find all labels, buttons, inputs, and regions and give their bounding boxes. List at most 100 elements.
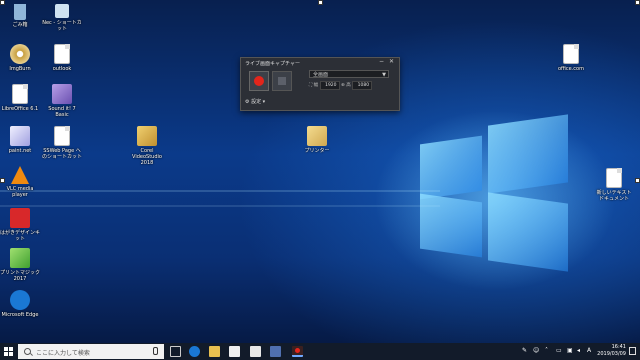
document-icon — [54, 126, 70, 146]
desktop-icon-label: Sound it! 7 Basic — [48, 106, 76, 118]
document-icon — [606, 168, 622, 188]
close-button[interactable]: ✕ — [389, 58, 394, 65]
desktop-icon-paintnet[interactable]: paint.net — [0, 126, 40, 154]
minimize-button[interactable]: − — [379, 58, 384, 65]
desktop-icon-corel[interactable]: Corel VideoStudio 2018 — [127, 126, 167, 166]
desktop-icon-nec[interactable]: Nec - ショートカット — [42, 4, 82, 32]
desktop-icon-label: プリンター — [304, 148, 330, 154]
paint-icon — [10, 126, 30, 146]
vlc-cone-icon — [11, 166, 29, 184]
selection-handle[interactable] — [318, 0, 323, 5]
desktop-icon-hagaki[interactable]: はがきデザインキット — [0, 208, 40, 242]
desktop-icon-label: LibreOffice 6.1 — [1, 106, 39, 112]
stop-icon — [278, 77, 286, 85]
desktop-icon-imgburn[interactable]: ImgBurn — [0, 44, 40, 72]
capture-mode-select[interactable]: 全画面 ▼ — [309, 70, 389, 78]
clock-date: 2019/03/09 — [597, 351, 626, 357]
windows-logo-pane — [488, 192, 568, 272]
microphone-icon[interactable] — [153, 347, 158, 355]
desktop-icon-label: paint.net — [8, 148, 32, 154]
person-icon[interactable]: ☺ — [533, 347, 539, 354]
desktop-icon-edge[interactable]: Microsoft Edge — [0, 290, 40, 318]
desktop-icon-label: ごみ箱 — [12, 22, 28, 28]
desktop-icon-vlc[interactable]: VLC media player — [0, 166, 40, 198]
desktop-icon-label: はがきデザインキット — [0, 230, 41, 242]
notification-icon[interactable] — [629, 347, 636, 355]
stop-button[interactable] — [272, 71, 292, 91]
width-input[interactable]: 1920 — [319, 81, 340, 90]
desktop-icon-libreoffice[interactable]: LibreOffice 6.1 — [0, 84, 40, 112]
windows-logo-pane — [420, 193, 482, 258]
taskbar: ここに入力して検索 ✎ ☺ ˄ ▭ ▣ ◂ A 16:41 2019/03/09 — [0, 343, 640, 360]
search-icon — [24, 348, 31, 355]
desktop-icon-ssweb[interactable]: SSWeb Page へのショートカット — [42, 126, 82, 160]
record-icon — [295, 348, 300, 353]
chevron-up-icon[interactable]: ˄ — [545, 347, 548, 354]
height-label: 高 — [346, 83, 351, 88]
windows-logo-pane — [488, 114, 568, 194]
settings-label: 設定 ▾ — [251, 99, 266, 105]
desktop-icon-soundit[interactable]: Sound it! 7 Basic — [42, 84, 82, 118]
mail-icon[interactable] — [250, 346, 261, 357]
network-icon[interactable]: ▣ — [567, 347, 573, 354]
folder-icon — [307, 126, 327, 146]
task-view-icon[interactable] — [170, 346, 181, 357]
gear-icon: ⚙ — [245, 99, 250, 105]
document-icon — [563, 44, 579, 64]
postcard-icon — [10, 208, 30, 228]
desktop-icon-label: Corel VideoStudio 2018 — [132, 148, 162, 166]
pen-icon[interactable]: ✎ — [522, 347, 527, 354]
clock-time: 16:41 — [611, 344, 626, 350]
desktop-icon-printer[interactable]: プリンター — [297, 126, 337, 154]
battery-icon[interactable]: ▭ — [556, 347, 562, 354]
selection-handle[interactable] — [635, 0, 640, 5]
capture-app-taskbar-icon[interactable] — [292, 346, 303, 357]
chevron-down-icon: ▼ — [382, 72, 386, 78]
link-icon: ⊕ — [340, 83, 345, 88]
desktop-icon-label: Microsoft Edge — [1, 312, 39, 318]
capture-mode-value: 全画面 — [313, 72, 329, 78]
start-button[interactable] — [4, 347, 13, 356]
selection-handle[interactable] — [635, 178, 640, 183]
desktop-icon-label: プリントマジック2017 — [0, 270, 41, 282]
light-beam — [0, 190, 440, 192]
folder-icon — [137, 126, 157, 146]
ime-indicator[interactable]: A — [587, 347, 591, 354]
clock[interactable]: 16:41 2019/03/09 — [597, 344, 626, 358]
music-icon — [52, 84, 72, 104]
desktop-icon-newtext[interactable]: 新しいテキスト ドキュメント — [594, 168, 634, 202]
record-button[interactable] — [249, 71, 269, 91]
libreoffice-icon — [12, 84, 28, 104]
search-box[interactable]: ここに入力して検索 — [18, 344, 164, 359]
recycle-bin-icon — [14, 4, 26, 20]
desktop-icon-label: SSWeb Page へのショートカット — [42, 148, 83, 160]
desktop-icon-officecom[interactable]: office.com — [551, 44, 591, 72]
store-icon[interactable] — [229, 346, 240, 357]
capture-window-title: ライブ画面キャプチャー — [245, 61, 300, 67]
settings-button[interactable]: ⚙ 設定 ▾ — [245, 98, 265, 105]
desktop-icon-label: ImgBurn — [9, 66, 31, 72]
edge-taskbar-icon[interactable] — [189, 346, 200, 357]
desktop-icon-label: outlook — [52, 66, 72, 72]
capture-dimensions: ⛶ 幅 1920 ⊕ 高 1080 — [309, 81, 373, 90]
desktop-icon-recycle-bin[interactable]: ごみ箱 — [0, 4, 40, 28]
search-placeholder: ここに入力して検索 — [36, 350, 90, 357]
desktop-icon-label: Nec - ショートカット — [42, 20, 82, 32]
volume-icon[interactable]: ◂ — [577, 347, 580, 354]
app-taskbar-icon[interactable] — [270, 346, 281, 357]
crop-icon: ⛶ — [309, 83, 313, 88]
desktop-icon-label: VLC media player — [6, 186, 34, 198]
edge-icon — [10, 290, 30, 310]
desktop-icon-outlook[interactable]: outlook — [42, 44, 82, 72]
height-input[interactable]: 1080 — [352, 81, 373, 90]
desktop: ごみ箱 Nec - ショートカット ImgBurn outlook LibreO… — [0, 0, 640, 343]
desktop-icon-printmagic[interactable]: プリントマジック2017 — [0, 248, 40, 282]
record-icon — [254, 76, 264, 86]
document-icon — [54, 44, 70, 64]
selection-handle[interactable] — [0, 0, 5, 5]
explorer-icon[interactable] — [209, 346, 220, 357]
width-label: 幅 — [313, 83, 319, 88]
network-icon — [55, 4, 69, 18]
selection-handle[interactable] — [0, 178, 5, 183]
light-beam — [0, 205, 440, 207]
